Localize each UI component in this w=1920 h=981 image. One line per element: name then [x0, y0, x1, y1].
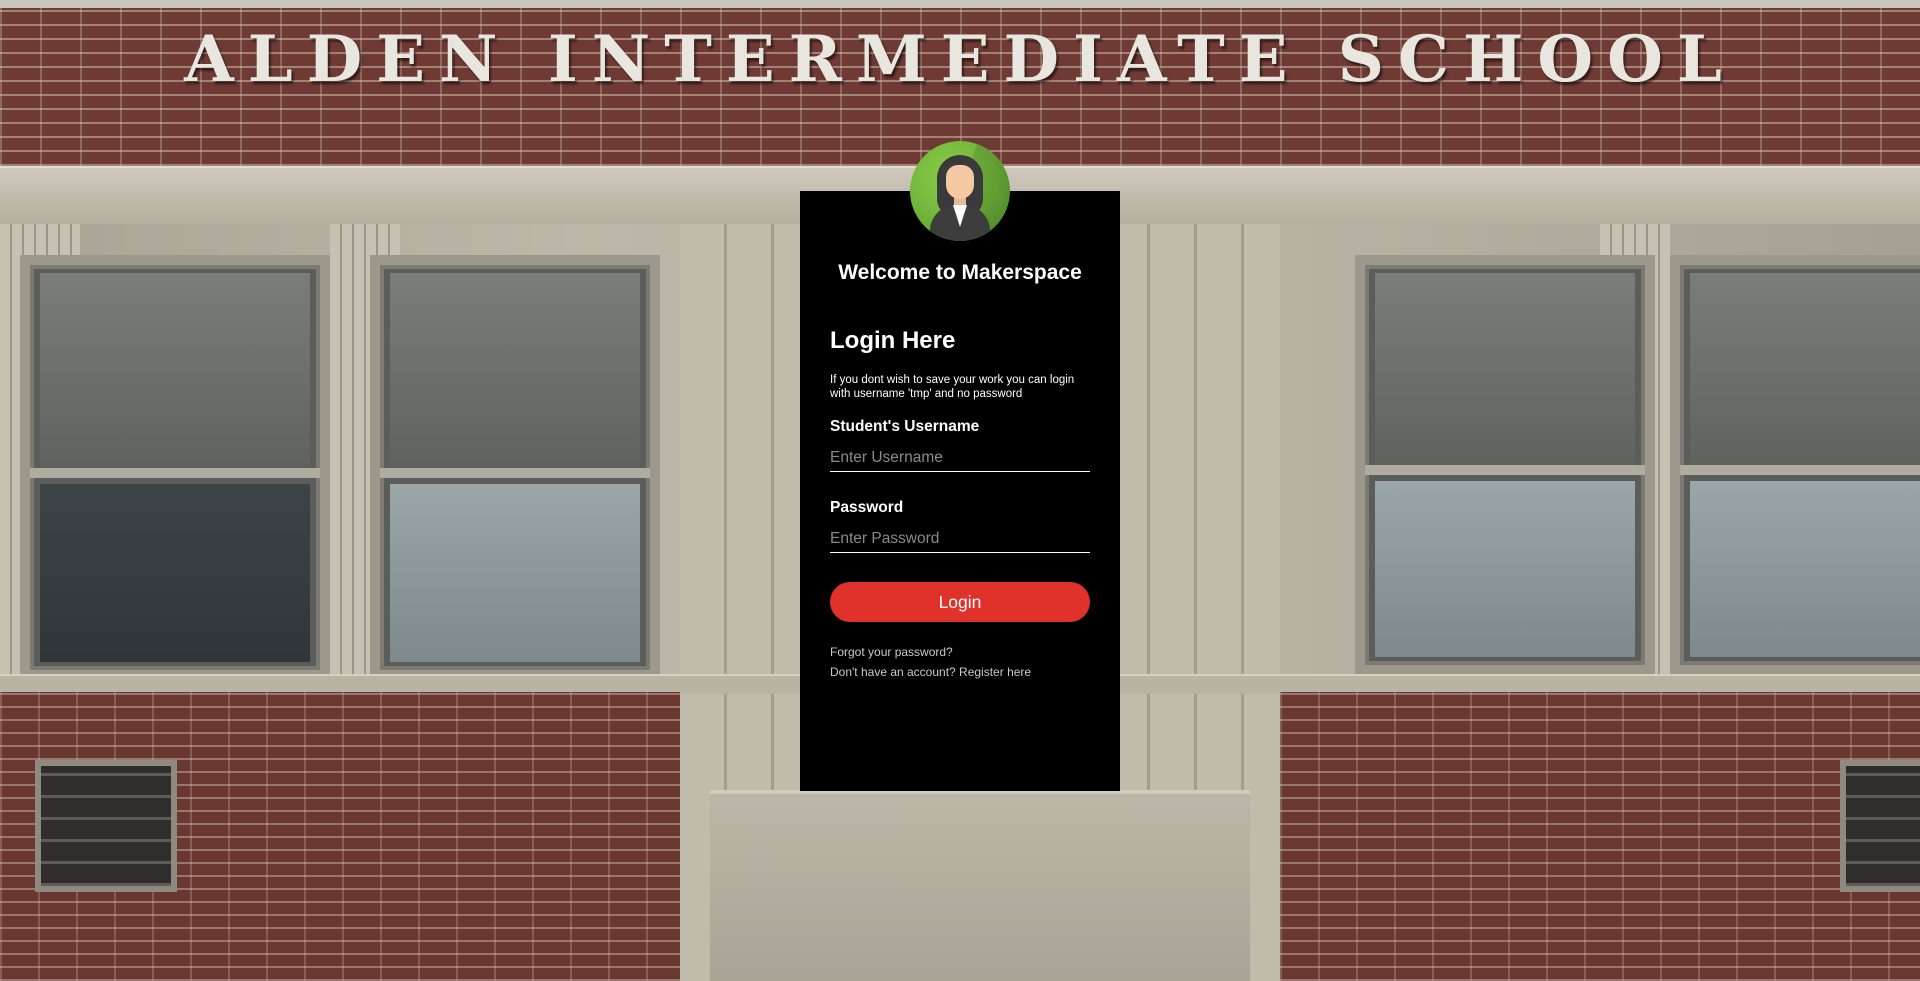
forgot-password-link[interactable]: Forgot your password? [830, 645, 953, 659]
password-label: Password [830, 499, 904, 516]
lower-brick-wall [1280, 692, 1920, 981]
password-input[interactable] [830, 525, 1090, 553]
window [1355, 255, 1655, 675]
username-input[interactable] [830, 444, 1090, 472]
welcome-title: Welcome to Makerspace [838, 261, 1082, 284]
school-name-lettering: ALDEN INTERMEDIATE SCHOOL [184, 22, 1736, 97]
window [370, 255, 660, 680]
login-button[interactable]: Login [830, 582, 1090, 622]
user-avatar-icon [910, 141, 1010, 241]
decorative-grille [35, 760, 177, 892]
decorative-grille [1840, 760, 1920, 892]
login-heading: Login Here [830, 327, 956, 354]
sky-strip [0, 0, 1920, 8]
entrance-stonework [710, 790, 1250, 981]
login-card: Welcome to Makerspace Login Here If you … [800, 141, 1120, 791]
window [1670, 255, 1920, 675]
register-link[interactable]: Don't have an account? Register here [830, 665, 1031, 679]
window [20, 255, 330, 680]
guest-login-note: If you dont wish to save your work you c… [830, 374, 1075, 400]
username-label: Student's Username [830, 418, 980, 435]
